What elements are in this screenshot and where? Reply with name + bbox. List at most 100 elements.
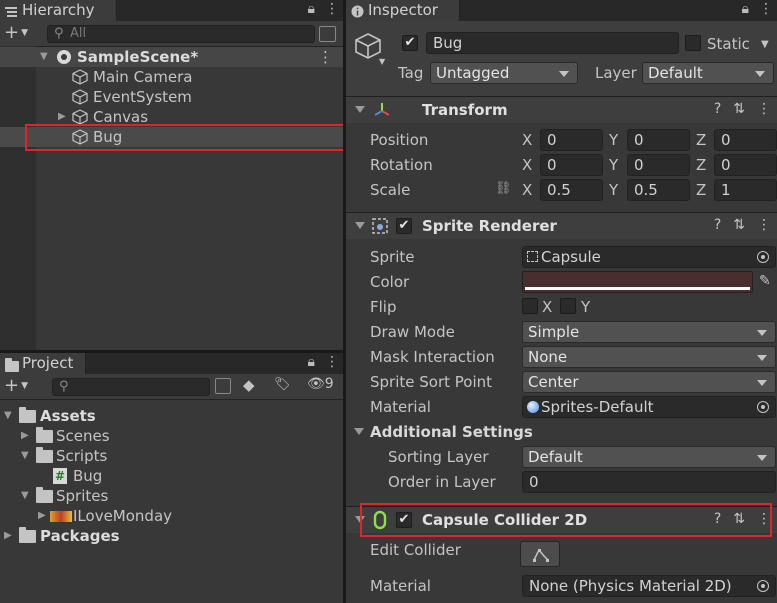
expand-arrow-icon[interactable]: ▼ [40, 47, 48, 67]
lock-icon[interactable]: 🔒︎ [742, 1, 749, 17]
eyedropper-icon[interactable]: ✎ [759, 273, 771, 289]
scale-x-field[interactable]: 0.5 [540, 179, 603, 201]
mask-interaction-dropdown[interactable]: None [522, 346, 776, 368]
expand-arrow-icon[interactable]: ▼ [21, 486, 29, 506]
presets-icon[interactable]: ⇅ [733, 217, 745, 233]
position-z-field[interactable]: 0 [714, 129, 777, 151]
fold-arrow-icon[interactable] [355, 222, 365, 229]
lock-icon[interactable]: 🔒︎ [308, 1, 315, 17]
flip-x-checkbox[interactable] [522, 298, 538, 314]
collapsed-arrow-icon[interactable]: ▶ [38, 506, 46, 526]
project-search-input[interactable]: ⚲ [52, 378, 210, 396]
fold-arrow-icon[interactable] [355, 106, 365, 113]
object-picker-icon[interactable] [757, 580, 769, 592]
item-label: EventSystem [93, 88, 192, 106]
tag-dropdown[interactable]: Untagged [430, 62, 578, 84]
tag-icon[interactable]: 🏷︎ [274, 377, 291, 392]
hierarchy-item-canvas[interactable]: ▶ Canvas [0, 107, 343, 127]
help-icon[interactable]: ? [714, 217, 721, 233]
collapsed-arrow-icon[interactable]: ▶ [58, 107, 66, 127]
folder-assets[interactable]: ▼ Assets [0, 406, 343, 426]
expand-arrow-icon[interactable]: ▼ [4, 406, 12, 426]
component-menu-icon[interactable]: ⋮ [757, 217, 771, 233]
hierarchy-tab[interactable]: Hierarchy [0, 0, 117, 21]
collapsed-arrow-icon[interactable]: ▶ [4, 526, 12, 546]
additional-settings-fold-icon[interactable] [354, 428, 364, 435]
search-by-type-icon[interactable] [215, 378, 231, 394]
static-checkbox[interactable] [685, 35, 701, 51]
scale-y-field[interactable]: 0.5 [627, 179, 690, 201]
hidden-packages-icon[interactable]: 👁︎9 [307, 376, 334, 392]
rotation-x-field[interactable]: 0 [540, 154, 603, 176]
alpha-bar [525, 287, 750, 290]
capsule-collider-header[interactable]: ✔ Capsule Collider 2D ? ⇅ ⋮ [346, 506, 777, 533]
folder-scripts[interactable]: ▼ Scripts [0, 446, 343, 466]
rotation-y-field[interactable]: 0 [627, 154, 690, 176]
search-by-label-icon[interactable]: ◆ [243, 376, 255, 394]
position-label: Position [370, 131, 429, 149]
fold-arrow-icon[interactable] [355, 516, 365, 523]
sorting-layer-dropdown[interactable]: Default [522, 446, 776, 468]
more-menu-icon[interactable]: ⋮ [325, 354, 339, 370]
color-swatch-field[interactable] [522, 271, 753, 293]
help-icon[interactable]: ? [714, 511, 721, 527]
project-tab[interactable]: Project [0, 353, 86, 374]
asset-ilovemonday[interactable]: ▶ ILoveMonday [0, 506, 343, 526]
axis-y-label: Y [609, 156, 619, 174]
constrain-proportions-icon[interactable]: ⛓︎ [495, 181, 512, 196]
capsule-collider-enabled-checkbox[interactable]: ✔ [396, 512, 412, 528]
scene-row[interactable]: ▼ SampleScene* ⋮ [0, 47, 343, 67]
draw-mode-dropdown[interactable]: Simple [522, 321, 776, 343]
more-menu-icon[interactable]: ⋮ [759, 1, 773, 17]
position-y-field[interactable]: 0 [627, 129, 690, 151]
presets-icon[interactable]: ⇅ [733, 101, 745, 117]
object-picker-icon[interactable] [757, 401, 769, 413]
order-in-layer-field[interactable]: 0 [522, 471, 776, 493]
rotation-z-field[interactable]: 0 [714, 154, 777, 176]
folder-scenes[interactable]: ▶ Scenes [0, 426, 343, 446]
folder-packages[interactable]: ▶ Packages [0, 526, 343, 546]
search-options-icon[interactable] [319, 26, 336, 42]
active-checkbox[interactable]: ✔ [402, 35, 418, 51]
axis-y-label: Y [609, 181, 619, 199]
presets-icon[interactable]: ⇅ [733, 511, 745, 527]
collapsed-arrow-icon[interactable]: ▶ [21, 426, 29, 446]
layer-dropdown[interactable]: Default [642, 62, 774, 84]
hierarchy-search-input[interactable]: ⚲ All [47, 25, 315, 43]
sprite-object-field[interactable]: Capsule [522, 246, 776, 268]
hierarchy-item-main-camera[interactable]: Main Camera [0, 67, 343, 87]
asset-bug-script[interactable]: # Bug [0, 466, 343, 486]
more-menu-icon[interactable]: ⋮ [325, 1, 339, 17]
lock-icon[interactable]: 🔒︎ [308, 354, 315, 370]
additional-settings-label[interactable]: Additional Settings [370, 422, 533, 442]
static-dropdown-arrow-icon[interactable]: ▼ [761, 39, 769, 50]
transform-header[interactable]: Transform ? ⇅ ⋮ [346, 96, 777, 123]
hierarchy-item-eventsystem[interactable]: EventSystem [0, 87, 343, 107]
gameobject-cube-icon[interactable] [354, 32, 382, 64]
sprite-renderer-enabled-checkbox[interactable]: ✔ [396, 218, 412, 234]
add-dropdown-button[interactable]: + ▼ [4, 22, 28, 43]
material-object-field[interactable]: Sprites-Default [522, 396, 776, 418]
object-name-field[interactable]: Bug [426, 32, 679, 54]
scene-menu-icon[interactable]: ⋮ [318, 47, 333, 67]
flip-y-checkbox[interactable] [560, 298, 576, 314]
sprite-renderer-header[interactable]: ✔ Sprite Renderer ? ⇅ ⋮ [346, 212, 777, 239]
icon-dropdown-arrow-icon[interactable]: ▼ [379, 57, 385, 66]
sprite-sort-point-dropdown[interactable]: Center [522, 371, 776, 393]
help-icon[interactable]: ? [714, 101, 721, 117]
component-menu-icon[interactable]: ⋮ [757, 101, 771, 117]
folder-sprites[interactable]: ▼ Sprites [0, 486, 343, 506]
create-dropdown-button[interactable]: + ▼ [4, 375, 28, 396]
component-menu-icon[interactable]: ⋮ [757, 511, 771, 527]
inspector-tab[interactable]: Inspector [346, 0, 460, 21]
hierarchy-tab-bar: Hierarchy 🔒︎ ⋮ [0, 0, 343, 21]
object-picker-icon[interactable] [757, 251, 769, 263]
edit-collider-button[interactable] [520, 541, 560, 567]
position-x-field[interactable]: 0 [540, 129, 603, 151]
flip-label: Flip [370, 298, 397, 316]
info-icon [351, 3, 364, 23]
collider-material-field[interactable]: None (Physics Material 2D) [522, 575, 776, 597]
expand-arrow-icon[interactable]: ▼ [21, 446, 29, 466]
scale-z-field[interactable]: 1 [714, 179, 777, 201]
hierarchy-item-bug[interactable]: Bug [0, 127, 343, 147]
